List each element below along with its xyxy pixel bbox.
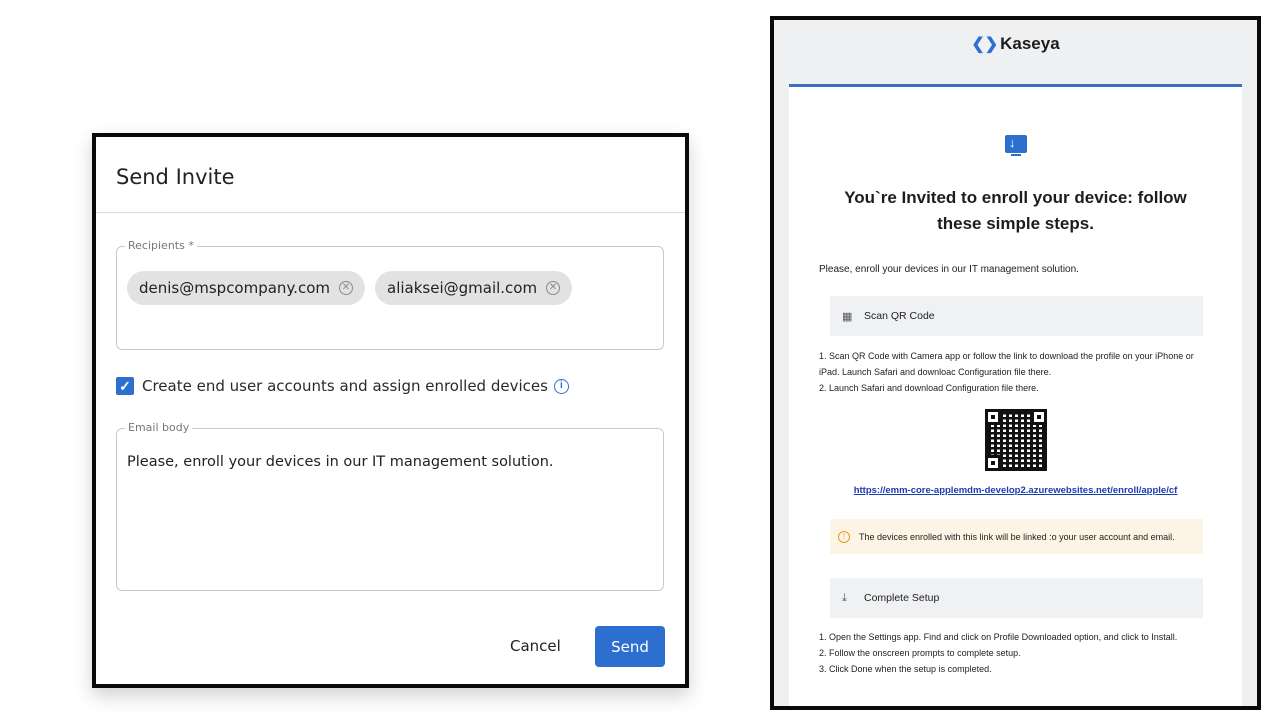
kaseya-logo: ❮❯ Kaseya [774,34,1257,54]
warning-text: The devices enrolled with this link will… [859,531,1175,542]
remove-chip-icon[interactable]: ✕ [546,281,561,295]
dialog-title: Send Invite [116,165,235,189]
cancel-button[interactable]: Cancel [510,637,561,655]
remove-chip-icon[interactable]: ✕ [339,281,353,295]
email-card: ↓ You`re Invited to enroll your device: … [789,87,1242,706]
recipient-chips: denis@mspcompany.com ✕ aliaksei@gmail.co… [127,271,573,305]
recipient-chip-email: aliaksei@gmail.com [387,279,538,297]
qr-section-title: Scan QR Code [864,310,935,322]
recipient-chip: aliaksei@gmail.com ✕ [375,271,573,305]
download-arrow-icon: ⤓ [842,591,847,604]
recipients-field[interactable]: Recipients * denis@mspcompany.com ✕ alia… [116,239,664,350]
kaseya-logo-icon: ❮❯ [971,36,999,53]
warning-icon: ! [838,530,850,543]
recipients-label: Recipients * [125,239,197,252]
recipient-chip: denis@mspcompany.com ✕ [127,271,365,305]
brand-name: Kaseya [1000,34,1060,53]
email-body-label: Email body [125,421,193,434]
qr-code-image [985,409,1047,471]
create-accounts-checkbox[interactable]: ✓ [116,377,134,395]
email-heading: You`re Invited to enroll your device: fo… [809,185,1222,237]
create-accounts-label: Create end user accounts and assign enro… [142,377,548,395]
send-button[interactable]: Send [595,626,665,667]
qr-grid-icon: ▦ [842,310,853,323]
recipient-chip-email: denis@mspcompany.com [139,279,330,297]
setup-steps: 1. Open the Settings app. Find and click… [819,629,1204,677]
setup-step: 1. Open the Settings app. Find and click… [819,632,1178,642]
setup-section-title: Complete Setup [864,592,940,604]
qr-step: 2. Launch Safari and download Configurat… [819,383,1039,393]
heading-line-2: these simple steps. [937,214,1094,233]
setup-step: 2. Follow the onscreen prompts to comple… [819,648,1021,658]
create-accounts-row: ✓ Create end user accounts and assign en… [116,377,569,395]
heading-line-1: You`re Invited to enroll your device: fo… [844,188,1187,207]
email-body-field[interactable]: Email body Please, enroll your devices i… [116,421,664,591]
dialog-divider [96,212,685,213]
setup-step: 3. Click Done when the setup is complete… [819,664,992,674]
qr-steps: 1. Scan QR Code with Camera app or follo… [819,348,1204,396]
qr-step: 1. Scan QR Code with Camera app or follo… [819,351,1194,377]
device-download-icon: ↓ [1005,135,1027,156]
send-invite-dialog: Send Invite Recipients * denis@mspcompan… [92,133,689,688]
enroll-link[interactable]: https://emm-core-applemdm-develop2.azure… [789,485,1242,496]
warning-box: ! The devices enrolled with this link wi… [830,519,1203,554]
info-icon[interactable]: i [553,378,569,394]
setup-section-header: ⤓ Complete Setup [830,578,1203,618]
qr-section-header: ▦ Scan QR Code [830,296,1203,336]
email-intro: Please, enroll your devices in our IT ma… [819,264,1079,275]
email-body-text[interactable]: Please, enroll your devices in our IT ma… [127,454,554,470]
email-preview: ❮❯ Kaseya ↓ You`re Invited to enroll your… [770,16,1261,710]
